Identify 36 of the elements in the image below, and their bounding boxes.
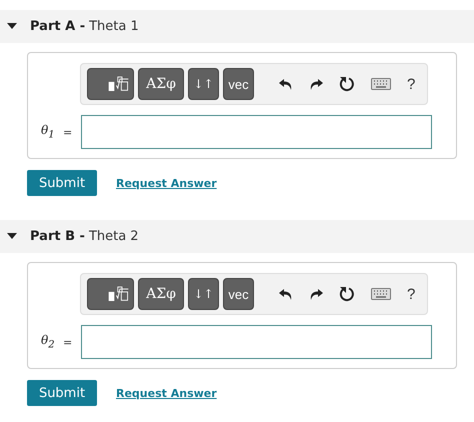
keyboard-icon[interactable]	[371, 78, 391, 90]
equals-sign: =	[63, 336, 74, 348]
arrows-button[interactable]: ↓↑	[188, 278, 219, 310]
undo-icon[interactable]	[279, 287, 293, 301]
answer-field[interactable]	[81, 325, 432, 359]
symbols-button[interactable]: AΣφ	[138, 278, 184, 310]
template-button[interactable]	[87, 68, 134, 100]
part-header[interactable]: Part A - Theta 1	[0, 10, 474, 43]
caret-icon[interactable]	[7, 232, 17, 242]
request-answer-link[interactable]: Request Answer	[116, 176, 217, 190]
keyboard-icon[interactable]	[371, 288, 391, 300]
part-label: Part B -	[30, 229, 85, 244]
part-title: Theta 1	[89, 19, 139, 34]
submit-button[interactable]: Submit	[27, 380, 97, 406]
reset-icon[interactable]	[339, 286, 355, 302]
part-header[interactable]: Part B - Theta 2	[0, 220, 474, 253]
variable-label: θ$_{2}$	[41, 333, 56, 351]
submit-button[interactable]: Submit	[27, 170, 97, 196]
part-label: Part A -	[30, 19, 86, 34]
vector-button[interactable]: vec	[223, 68, 254, 100]
vector-button[interactable]: vec	[223, 278, 254, 310]
equals-sign: =	[63, 126, 74, 138]
arrows-button[interactable]: ↓↑	[188, 68, 219, 100]
help-button[interactable]: ?	[405, 286, 418, 302]
request-answer-link[interactable]: Request Answer	[116, 386, 217, 400]
help-button[interactable]: ?	[405, 76, 418, 92]
part-title: Theta 2	[88, 229, 139, 244]
template-button[interactable]	[87, 278, 134, 310]
undo-icon[interactable]	[279, 77, 293, 91]
symbols-button[interactable]: AΣφ	[138, 68, 184, 100]
variable-label: θ$_{1}$	[41, 123, 56, 141]
redo-icon[interactable]	[309, 287, 323, 301]
reset-icon[interactable]	[339, 76, 355, 92]
redo-icon[interactable]	[309, 77, 323, 91]
answer-field[interactable]	[81, 115, 432, 149]
caret-icon[interactable]	[7, 22, 17, 32]
